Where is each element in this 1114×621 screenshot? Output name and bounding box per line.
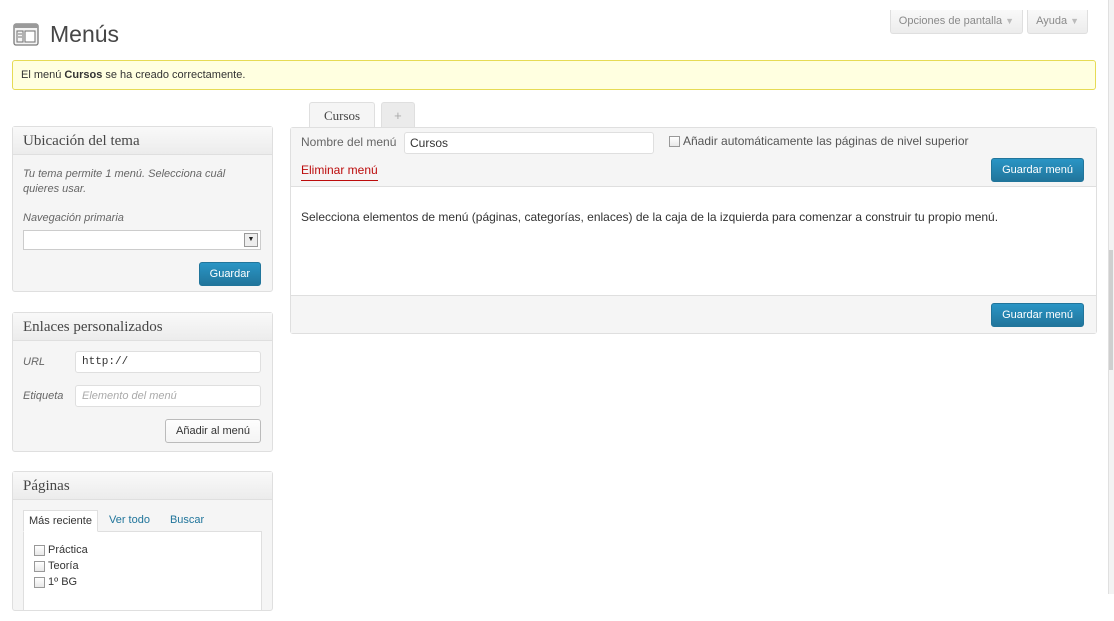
save-menu-button-bottom[interactable]: Guardar menú (991, 303, 1084, 327)
primary-nav-label: Navegación primaria (23, 212, 124, 224)
menu-editor-body: Selecciona elementos de menú (páginas, c… (301, 210, 999, 224)
url-row: URL http:// (23, 351, 262, 373)
label-row: Etiqueta Elemento del menú (23, 385, 262, 407)
page-item[interactable]: 1º BG (34, 576, 251, 588)
theme-location-title[interactable]: Ubicación del tema (13, 127, 272, 155)
screen-meta: Opciones de pantalla ▼ Ayuda ▼ (889, 10, 1088, 34)
page-item[interactable]: Teoría (34, 560, 251, 572)
page-item-label: 1º BG (48, 576, 78, 588)
page-item-label: Teoría (48, 560, 79, 572)
pages-title[interactable]: Páginas (13, 472, 272, 500)
auto-add-label: Añadir automáticamente las páginas de ni… (683, 134, 969, 148)
menu-editor-header: Nombre del menú Cursos Añadir automática… (291, 128, 1096, 187)
custom-links-body: URL http:// Etiqueta Elemento del menú A… (13, 341, 272, 453)
add-menu-tab[interactable]: + (381, 102, 415, 128)
link-text-label: Etiqueta (23, 390, 64, 402)
menu-editor-footer: Guardar menú (291, 295, 1096, 333)
theme-location-box: Ubicación del tema Tu tema permite 1 men… (12, 126, 273, 292)
page-item-label: Práctica (48, 544, 88, 556)
delete-menu-link[interactable]: Eliminar menú (301, 163, 378, 181)
save-locations-button[interactable]: Guardar (198, 262, 261, 286)
help-label: Ayuda (1036, 15, 1068, 27)
auto-add-checkbox[interactable] (669, 135, 680, 147)
notice-suffix: se ha creado correctamente. (102, 69, 246, 81)
pages-tabs: Más reciente Ver todo Buscar (23, 510, 262, 532)
custom-links-box: Enlaces personalizados URL http:// Etiqu… (12, 312, 273, 452)
link-text-input[interactable]: Elemento del menú (75, 385, 261, 407)
tab-most-recent[interactable]: Más reciente (23, 510, 98, 532)
notice-menu-name: Cursos (64, 69, 103, 81)
page-item[interactable]: Práctica (34, 544, 251, 556)
pages-tab-panel: Práctica Teoría 1º BG (23, 531, 262, 611)
url-label: URL (23, 356, 46, 368)
tab-menu-cursos[interactable]: Cursos (309, 102, 376, 129)
screen-options-button[interactable]: Opciones de pantalla ▼ (889, 10, 1024, 34)
theme-location-body: Tu tema permite 1 menú. Selecciona cuál … (13, 155, 272, 296)
pages-box: Páginas Más reciente Ver todo Buscar Prá… (12, 471, 273, 611)
page-checkbox[interactable] (34, 544, 45, 556)
page-scrollbar[interactable] (1108, 0, 1114, 594)
screen-options-label: Opciones de pantalla (898, 15, 1003, 27)
help-button[interactable]: Ayuda ▼ (1027, 10, 1088, 34)
tab-view-all[interactable]: Ver todo (104, 510, 155, 532)
save-menu-button[interactable]: Guardar menú (991, 158, 1084, 182)
page-checkbox[interactable] (34, 560, 45, 572)
menu-name-label: Nombre del menú (301, 135, 397, 149)
add-to-menu-button[interactable]: Añadir al menú (165, 419, 261, 443)
url-input[interactable]: http:// (75, 351, 261, 373)
chevron-down-icon: ▼ (1070, 16, 1079, 26)
page-checkbox[interactable] (34, 576, 45, 588)
chevron-down-icon: ▼ (1005, 16, 1015, 26)
custom-links-title[interactable]: Enlaces personalizados (13, 313, 272, 341)
page-title: Menús (50, 20, 120, 47)
primary-nav-select[interactable]: ▼ (23, 230, 261, 250)
scrollbar-thumb[interactable] (1109, 250, 1113, 370)
success-notice: El menú Cursos se ha creado correctament… (12, 60, 1096, 90)
chevron-down-icon[interactable]: ▼ (244, 233, 258, 247)
tab-search[interactable]: Buscar (165, 510, 209, 532)
menu-tabs: Cursos + (309, 102, 415, 129)
page-header: Menús (12, 20, 119, 48)
theme-location-description: Tu tema permite 1 menú. Selecciona cuál … (23, 168, 226, 195)
pages-body: Más reciente Ver todo Buscar Práctica Te… (13, 500, 272, 621)
menu-name-input[interactable]: Cursos (404, 132, 654, 154)
auto-add-pages-option[interactable]: Añadir automáticamente las páginas de ni… (669, 134, 969, 148)
notice-prefix: El menú (21, 69, 65, 81)
menu-editor: Nombre del menú Cursos Añadir automática… (290, 127, 1097, 334)
menu-layout-icon (12, 20, 40, 48)
